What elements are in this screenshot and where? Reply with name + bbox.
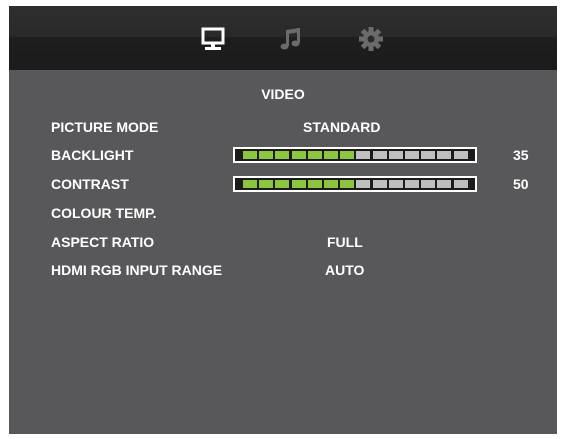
level-segment [243, 180, 257, 188]
level-segment [388, 180, 403, 188]
level-segment [275, 151, 290, 159]
level-segment [421, 151, 436, 159]
level-segment [388, 151, 403, 159]
colour-temp-row[interactable]: COLOUR TEMP. [51, 205, 551, 225]
aspect-ratio-label: ASPECT RATIO [51, 234, 155, 250]
menu-tab-bar [9, 6, 557, 70]
level-segment [324, 151, 338, 159]
backlight-slider[interactable] [233, 147, 477, 163]
level-segment [453, 151, 468, 159]
monitor-icon[interactable] [200, 26, 226, 52]
backlight-label: BACKLIGHT [51, 147, 134, 163]
contrast-label: CONTRAST [51, 176, 129, 192]
level-segment [421, 180, 436, 188]
hdmi-rgb-range-label: HDMI RGB INPUT RANGE [51, 262, 223, 278]
menu-title: VIDEO [261, 86, 305, 102]
level-segment [307, 151, 322, 159]
contrast-row[interactable]: CONTRAST 50 [51, 176, 551, 196]
level-segment [243, 151, 257, 159]
level-segment [437, 180, 452, 188]
backlight-value: 35 [513, 147, 529, 163]
hdmi-rgb-range-row[interactable]: HDMI RGB INPUT RANGE AUTO [51, 262, 551, 282]
level-segment [259, 180, 274, 188]
backlight-row[interactable]: BACKLIGHT 35 [51, 147, 551, 167]
picture-mode-label: PICTURE MODE [51, 119, 159, 135]
level-segment [340, 180, 355, 188]
picture-mode-value[interactable]: STANDARD [303, 119, 381, 135]
level-segment [356, 180, 371, 188]
level-segment [453, 180, 468, 188]
level-segment [372, 151, 387, 159]
level-segment [405, 180, 419, 188]
level-segment [324, 180, 338, 188]
level-segment [372, 180, 387, 188]
colour-temp-label: COLOUR TEMP. [51, 205, 157, 221]
level-segment [291, 151, 306, 159]
level-segment [307, 180, 322, 188]
contrast-value: 50 [513, 176, 529, 192]
picture-mode-row[interactable]: PICTURE MODE STANDARD [51, 119, 551, 139]
osd-menu-panel: VIDEO PICTURE MODE STANDARD BACKLIGHT 35… [9, 6, 557, 434]
gear-icon[interactable] [358, 26, 384, 52]
hdmi-rgb-range-value[interactable]: AUTO [325, 262, 364, 278]
level-segment [275, 180, 290, 188]
contrast-slider[interactable] [233, 176, 477, 192]
aspect-ratio-row[interactable]: ASPECT RATIO FULL [51, 234, 551, 254]
level-segment [437, 151, 452, 159]
level-segment [340, 151, 355, 159]
aspect-ratio-value[interactable]: FULL [327, 234, 363, 250]
level-segment [405, 151, 419, 159]
music-note-icon[interactable] [278, 26, 304, 52]
level-segment [291, 180, 306, 188]
level-segment [356, 151, 371, 159]
level-segment [259, 151, 274, 159]
